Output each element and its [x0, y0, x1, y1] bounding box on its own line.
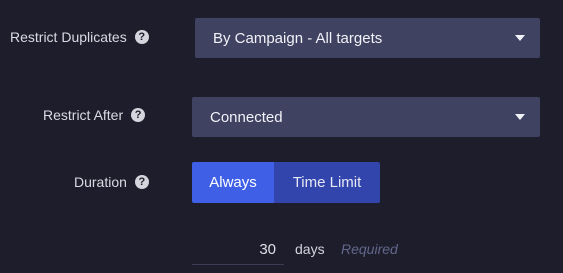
days-unit-label: days [295, 241, 325, 257]
restrict-duplicates-label: Restrict Duplicates ? [10, 29, 149, 45]
restrict-after-label-text: Restrict After [43, 107, 124, 123]
time-limit-button[interactable]: Time Limit [274, 162, 380, 203]
duration-label: Duration ? [74, 174, 149, 190]
always-button[interactable]: Always [192, 162, 274, 203]
caret-down-icon [515, 35, 525, 41]
restrict-duplicates-select[interactable]: By Campaign - All targets [195, 18, 540, 58]
duration-label-text: Duration [74, 174, 127, 190]
restrict-after-label: Restrict After ? [43, 107, 146, 123]
duration-toggle: Always Time Limit [192, 162, 380, 203]
restrict-after-selected-value: Connected [210, 108, 283, 126]
help-icon[interactable]: ? [134, 30, 149, 44]
help-icon[interactable]: ? [131, 108, 146, 122]
caret-down-icon [515, 114, 525, 120]
restrict-duplicates-selected-value: By Campaign - All targets [213, 29, 383, 47]
help-icon[interactable]: ? [134, 175, 149, 189]
required-hint: Required [341, 241, 398, 257]
restrict-duplicates-label-text: Restrict Duplicates [10, 29, 127, 45]
duration-days-input[interactable] [192, 235, 284, 265]
restrict-after-select[interactable]: Connected [192, 97, 540, 137]
